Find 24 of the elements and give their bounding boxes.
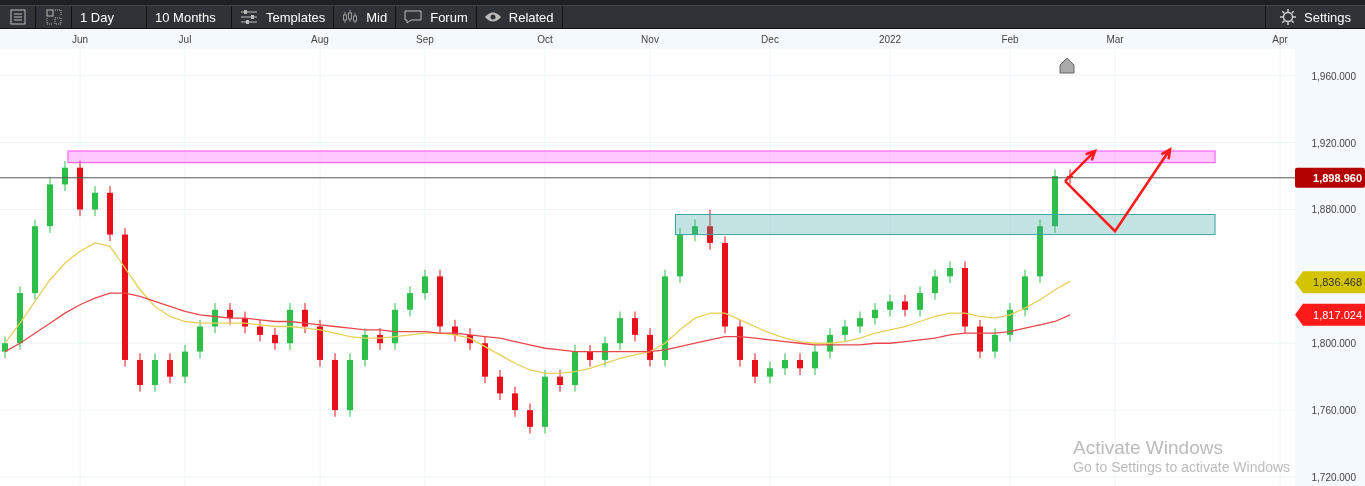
month-label: 2022 — [878, 34, 902, 45]
month-label: Aug — [311, 34, 329, 45]
y-tick-label: 1,836.468 — [1313, 276, 1362, 289]
month-label: Nov — [641, 34, 659, 45]
activation-message: Go to Settings to activate Windows — [1073, 459, 1291, 475]
month-label: Dec — [761, 34, 779, 45]
price-tag: 1,836.468 — [1295, 271, 1365, 294]
price-axis-label: 1,960.000 — [1311, 70, 1356, 82]
price-axis-label: 1,800.000 — [1311, 338, 1356, 350]
month-label: Jul — [178, 34, 192, 45]
month-label: Apr — [1272, 34, 1288, 45]
y-tick-label: 1,817.024 — [1313, 308, 1362, 321]
price-axis-label: 1,880.000 — [1311, 204, 1356, 216]
price-axis-label: 1,720.000 — [1311, 471, 1356, 483]
month-label: Sep — [416, 34, 434, 45]
activation-title: Activate Windows — [1073, 437, 1224, 459]
price-axis-label: 1,760.000 — [1311, 405, 1356, 417]
month-label: Jun — [71, 34, 89, 45]
y-tick-label: 1,898.960 — [1313, 171, 1362, 184]
price-tag: 1,898.960 — [1295, 167, 1365, 188]
month-label: Mar — [1106, 34, 1124, 45]
price-axis-label: 1,920.000 — [1311, 137, 1356, 149]
month-label: Feb — [1001, 34, 1019, 45]
month-label: Oct — [537, 34, 553, 45]
